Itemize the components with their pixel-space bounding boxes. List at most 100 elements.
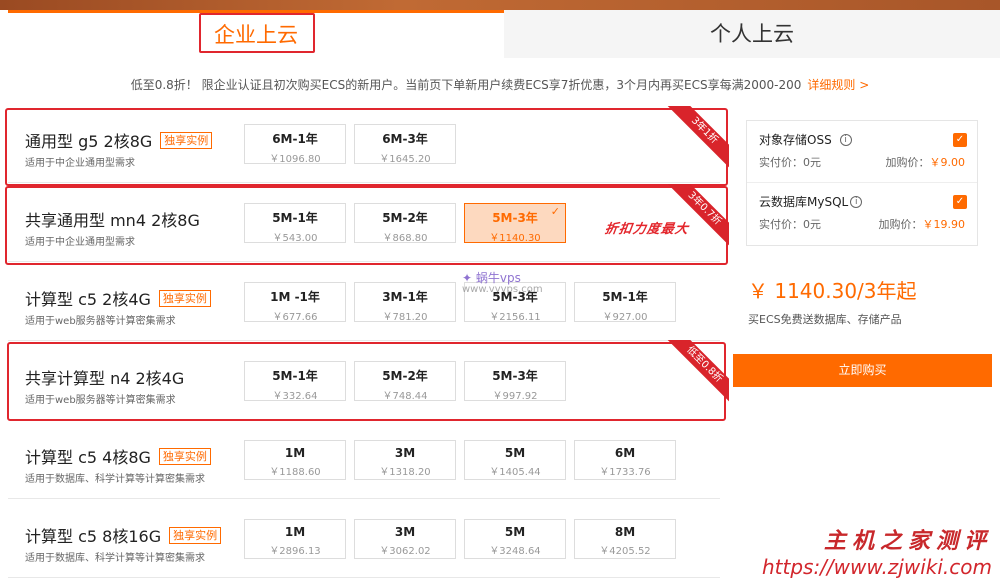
product-desc: 适用于数据库、科学计算等计算密集需求 [25, 553, 205, 564]
product-row: 计算型 c5 8核16G 独享实例适用于数据库、科学计算等计算密集需求 1M ￥289… [8, 499, 720, 578]
tab-personal[interactable]: 个人上云 [504, 10, 1000, 58]
handwritten-annotation: 折扣力度最大 [603, 222, 690, 237]
option-price: ￥1733.76 [599, 467, 651, 478]
option-price: ￥2896.13 [269, 546, 321, 557]
product-name: 计算型 c5 8核16G [25, 527, 162, 546]
product-name: 计算型 c5 4核8G [25, 448, 151, 467]
option-term: 3M [394, 525, 416, 539]
exclusive-instance-tag: 独享实例 [158, 447, 211, 465]
product-desc: 适用于中企业通用型需求 [25, 237, 135, 248]
addon-name: 云数据库MySQL [759, 195, 849, 209]
option-price: ￥781.20 [382, 312, 428, 323]
tab-enterprise[interactable]: 企业上云 [8, 10, 504, 58]
option-group: 6M-1年 ￥1096.80 6M-3年 ￥1645.20 [244, 124, 464, 165]
price-option[interactable]: 5M-1年 ￥927.00 [574, 282, 676, 323]
option-term: 5M-3年 [492, 369, 538, 383]
product-desc: 适用于中企业通用型需求 [25, 158, 135, 169]
addon-checkbox[interactable]: ✓ [953, 195, 967, 209]
price-option[interactable]: 5M-2年 ￥748.44 [354, 361, 456, 402]
option-group: 5M-1年 ￥332.64 5M-2年 ￥748.44 5M-3年 ￥997.92 [244, 361, 574, 402]
option-term: 5M [504, 525, 526, 539]
option-price: ￥1096.80 [269, 154, 321, 165]
option-price: ￥3062.02 [379, 546, 431, 557]
option-price: ￥1140.30 [489, 233, 541, 244]
product-title: 共享计算型 n4 2核4G [25, 365, 184, 389]
product-title: 计算型 c5 4核8G 独享实例 [25, 444, 211, 468]
option-term: 3M-1年 [382, 290, 428, 304]
option-price: ￥1405.44 [489, 467, 541, 478]
product-name: 通用型 g5 2核8G [25, 132, 153, 151]
option-term: 5M-1年 [602, 290, 648, 304]
price-option[interactable]: 1M -1年 ￥677.66 [244, 282, 346, 323]
price-option[interactable]: 5M ￥3248.64 [464, 519, 566, 559]
price-option[interactable]: 5M-1年 ￥332.64 [244, 361, 346, 402]
addon-actual-price: 实付价：0元 [759, 156, 821, 169]
watermark-site-name: 主机之家测评 [823, 528, 992, 554]
addon-extra-price: ￥9.00 [929, 156, 966, 169]
price-option[interactable]: 6M-3年 ￥1645.20 [354, 124, 456, 165]
price-option[interactable]: 5M-2年 ￥868.80 [354, 203, 456, 244]
option-price: ￥997.92 [492, 391, 538, 402]
option-term: 8M [614, 525, 636, 539]
option-price: ￥1318.20 [379, 467, 431, 478]
price-option[interactable]: 6M-1年 ￥1096.80 [244, 124, 346, 165]
promo-banner: 低至0.8折！ 限企业认证且初次购买ECS的新用户。当前页下单新用户续费ECS享… [0, 76, 1000, 93]
price-option[interactable]: 5M-1年 ￥543.00 [244, 203, 346, 244]
price-option[interactable]: 8M ￥4205.52 [574, 519, 676, 559]
watermark-center: ✦ 蜗牛vps www.vvvps.com [462, 272, 543, 296]
product-row: 计算型 c5 2核4G 独享实例 适用于web服务器等计算密集需求 1M -1年 ￥67… [8, 262, 720, 341]
top-banner-strip [0, 0, 1000, 10]
addon-extra-price: ￥19.90 [922, 218, 966, 231]
option-term: 1M -1年 [270, 290, 320, 304]
product-row: 共享计算型 n4 2核4G 适用于web服务器等计算密集需求 5M-1年 ￥332.6… [8, 341, 720, 420]
addon-name: 对象存储OSS [759, 133, 832, 147]
watermark-site-url: https://www.zjwiki.com [761, 555, 992, 579]
buy-now-button[interactable]: 立即购买 [733, 354, 992, 387]
ribbon-badge: 低至0.8折 [667, 340, 729, 402]
addon-extra-label: 加购价： [878, 218, 923, 231]
price-option[interactable]: 1M ￥1188.60 [244, 440, 346, 480]
price-option[interactable]: 3M ￥1318.20 [354, 440, 456, 480]
watermark-url: www.vvvps.com [462, 284, 543, 295]
addon-mysql: 云数据库MySQL i ✓ 实付价：0元 加购价：￥19.90 [747, 183, 977, 245]
rules-link[interactable]: 详细规则 > [807, 78, 869, 92]
price-option[interactable]: 5M-3年 ￥1140.30 ✓ [464, 203, 566, 244]
price-option[interactable]: 6M ￥1733.76 [574, 440, 676, 480]
option-price: ￥677.66 [272, 312, 318, 323]
exclusive-instance-tag: 独享实例 [169, 526, 222, 544]
info-icon[interactable]: i [850, 195, 863, 208]
product-title: 计算型 c5 8核16G 独享实例 [25, 523, 222, 547]
price-option[interactable]: 1M ￥2896.13 [244, 519, 346, 559]
option-term: 1M [284, 446, 306, 460]
option-price: ￥543.00 [272, 233, 318, 244]
watermark-bottom: 主机之家测评 https://www.zjwiki.com [762, 523, 992, 579]
product-row: 计算型 c5 4核8G 独享实例 适用于数据库、科学计算等计算密集需求 1M ￥1188… [8, 420, 720, 499]
product-name: 共享通用型 mn4 2核8G [25, 211, 200, 230]
price-option[interactable]: 3M ￥3062.02 [354, 519, 456, 559]
watermark-logo: ✦ 蜗牛vps [462, 271, 521, 285]
option-term: 5M-1年 [272, 369, 318, 383]
product-title: 通用型 g5 2核8G 独享实例 [25, 128, 213, 152]
product-row: 通用型 g5 2核8G 独享实例 适用于中企业通用型需求 6M-1年 ￥1096.80 6… [8, 104, 720, 183]
promo-text: 低至0.8折！ 限企业认证且初次购买ECS的新用户。当前页下单新用户续费ECS享… [130, 78, 802, 92]
option-term: 5M-2年 [382, 369, 428, 383]
product-desc: 适用于web服务器等计算密集需求 [25, 316, 176, 327]
option-group: 1M ￥2896.13 3M ￥3062.02 5M ￥3248.64 8M ￥4205.52 [244, 519, 684, 559]
price-option[interactable]: 5M-3年 ￥997.92 [464, 361, 566, 402]
option-group: 5M-1年 ￥543.00 5M-2年 ￥868.80 5M-3年 ￥1140.30 ✓ [244, 203, 574, 244]
option-term: 3M [394, 446, 416, 460]
option-term: 5M-2年 [382, 211, 428, 225]
info-icon[interactable]: i [839, 133, 852, 146]
addon-checkbox[interactable]: ✓ [953, 133, 967, 147]
option-price: ￥1645.20 [379, 154, 431, 165]
selected-check-icon: ✓ [550, 205, 560, 218]
price-option[interactable]: 5M ￥1405.44 [464, 440, 566, 480]
option-term: 5M-1年 [272, 211, 318, 225]
price-option[interactable]: 3M-1年 ￥781.20 [354, 282, 456, 323]
tab-bar: 企业上云 个人上云 [8, 10, 1000, 58]
option-term: 6M-3年 [382, 132, 428, 146]
product-name: 共享计算型 n4 2核4G [25, 369, 185, 388]
option-price: ￥748.44 [382, 391, 428, 402]
product-desc: 适用于web服务器等计算密集需求 [25, 395, 176, 406]
option-term: 5M [504, 446, 526, 460]
